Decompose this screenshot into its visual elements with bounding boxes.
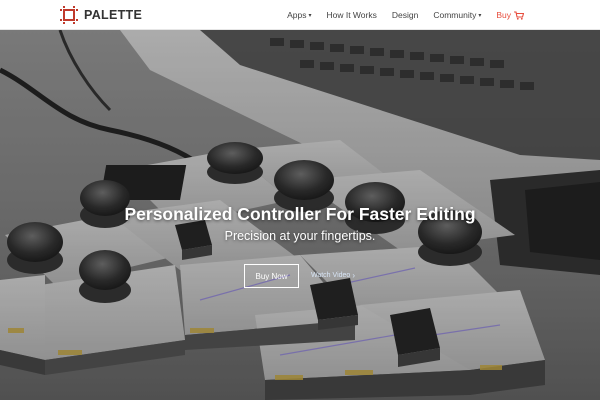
watch-video-link[interactable]: Watch Video ›: [311, 271, 355, 280]
nav-item-label: Apps: [287, 10, 307, 20]
watch-video-label: Watch Video: [311, 272, 351, 279]
hero-title: Personalized Controller For Faster Editi…: [124, 204, 476, 224]
nav-item-how-it-works[interactable]: How It Works: [326, 10, 376, 20]
buy-now-button[interactable]: Buy Now: [244, 264, 299, 288]
nav-item-label: Community: [433, 10, 477, 20]
caret-down-icon: ▾: [478, 12, 482, 19]
caret-down-icon: ▾: [308, 12, 312, 19]
main-nav: Apps ▾ How It Works Design Community ▾ B…: [287, 0, 524, 30]
nav-item-label: How It Works: [326, 10, 377, 20]
palette-logo-icon: [60, 6, 78, 24]
hero-subtitle: Precision at your fingertips.: [224, 229, 376, 243]
brand-logo[interactable]: PALETTE: [60, 6, 142, 24]
nav-item-label: Buy: [496, 10, 511, 20]
top-navbar: PALETTE Apps ▾ How It Works Design Commu…: [0, 0, 600, 30]
nav-item-apps[interactable]: Apps ▾: [287, 10, 311, 20]
nav-item-community[interactable]: Community ▾: [433, 10, 481, 20]
nav-item-buy[interactable]: Buy: [496, 10, 524, 20]
chevron-right-icon: ›: [352, 271, 355, 280]
brand-name: PALETTE: [84, 8, 143, 22]
cart-icon: [514, 10, 524, 20]
hero-section: Personalized Controller For Faster Editi…: [0, 30, 600, 400]
nav-item-design[interactable]: Design: [392, 10, 418, 20]
nav-item-label: Design: [391, 10, 419, 20]
